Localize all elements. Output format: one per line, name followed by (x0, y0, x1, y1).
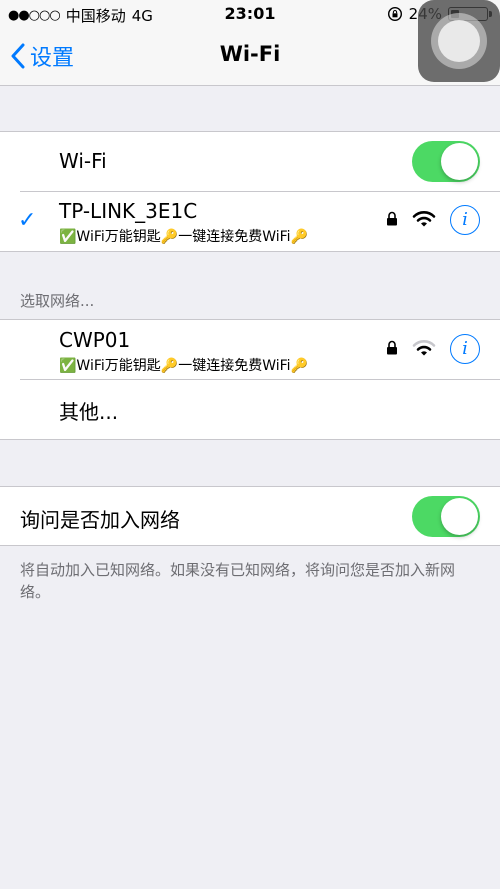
lock-icon (387, 211, 397, 226)
network-subtitle: ✅WiFi万能钥匙🔑一键连接免费WiFi🔑 (59, 229, 308, 245)
ask-to-join-group: 询问是否加入网络 (0, 486, 500, 546)
lock-icon (387, 340, 397, 355)
rotation-lock-icon (387, 6, 402, 22)
toggle-knob (441, 498, 478, 535)
checkmark-icon: ✓ (18, 208, 37, 233)
connected-network-row[interactable]: ✓ TP-LINK_3E1C ✅WiFi万能钥匙🔑一键连接免费WiFi🔑 i (0, 191, 500, 250)
other-network-row[interactable]: 其他... (0, 379, 500, 438)
network-row[interactable]: CWP01 ✅WiFi万能钥匙🔑一键连接免费WiFi🔑 i (0, 320, 500, 379)
other-network-label: 其他... (59, 400, 119, 424)
wifi-signal-icon (412, 211, 436, 227)
wifi-toggle-switch[interactable] (412, 141, 480, 182)
info-icon[interactable]: i (450, 205, 480, 235)
info-icon[interactable]: i (450, 334, 480, 364)
toggle-knob (441, 143, 478, 180)
assistive-touch-center (438, 20, 480, 62)
ask-to-join-switch[interactable] (412, 496, 480, 537)
wifi-group: Wi-Fi ✓ TP-LINK_3E1C ✅WiFi万能钥匙🔑一键连接免费WiF… (0, 131, 500, 252)
assistive-touch-button[interactable] (418, 0, 500, 82)
network-subtitle: ✅WiFi万能钥匙🔑一键连接免费WiFi🔑 (59, 358, 308, 374)
wifi-toggle-row: Wi-Fi (0, 132, 500, 191)
wifi-signal-icon (412, 340, 436, 356)
network-name: CWP01 (59, 328, 131, 352)
network-name: TP-LINK_3E1C (59, 199, 198, 223)
ask-to-join-label: 询问是否加入网络 (20, 508, 180, 532)
ask-to-join-row: 询问是否加入网络 (0, 487, 500, 546)
networks-group: CWP01 ✅WiFi万能钥匙🔑一键连接免费WiFi🔑 i 其他... (0, 319, 500, 440)
ask-to-join-footer: 将自动加入已知网络。如果没有已知网络，将询问您是否加入新网络。 (20, 561, 456, 601)
wifi-toggle-label: Wi-Fi (59, 149, 107, 173)
choose-network-header: 选取网络... (20, 292, 95, 310)
